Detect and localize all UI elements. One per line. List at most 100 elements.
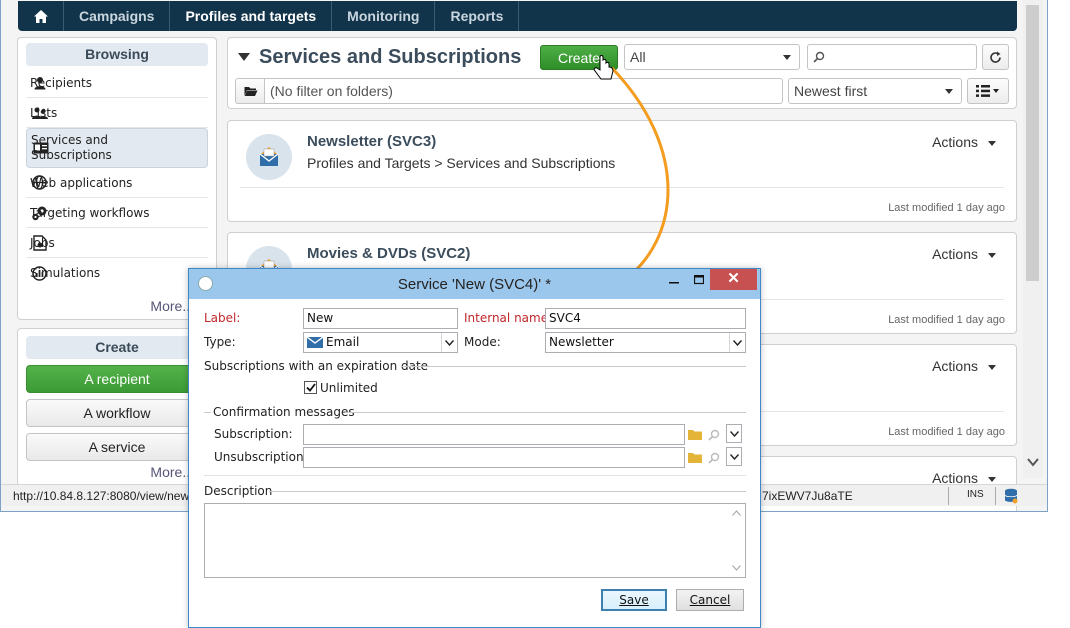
- unsubscription-folder-button[interactable]: [687, 448, 703, 467]
- sidebar-item-label: Services and Subscriptions: [31, 133, 112, 162]
- chevron-down-icon: [783, 55, 791, 60]
- tab-campaigns[interactable]: Campaigns: [64, 1, 171, 31]
- page-title: Services and Subscriptions: [259, 46, 522, 68]
- type-select-value: Email: [326, 335, 360, 349]
- divider: [345, 412, 746, 413]
- browsing-panel: Browsing Recipients Lists Services and S…: [17, 37, 217, 320]
- service-dialog: Service 'New (SVC4)' * ✕ Label: New Inte…: [188, 268, 761, 628]
- sort-select-value: Newest first: [794, 83, 868, 99]
- refresh-button[interactable]: [982, 44, 1009, 70]
- subscription-input[interactable]: [303, 424, 685, 445]
- scroll-down-icon[interactable]: [732, 565, 741, 571]
- sidebar-item-targeting-workflows[interactable]: Targeting workflows: [26, 198, 208, 228]
- subscription-folder-button[interactable]: [687, 425, 703, 444]
- folder-filter-button[interactable]: [235, 78, 265, 104]
- scroll-down-icon[interactable]: [1027, 456, 1039, 468]
- actions-menu[interactable]: Actions: [932, 134, 996, 150]
- mode-select[interactable]: Newsletter: [545, 332, 746, 353]
- sidebar-item-recipients[interactable]: Recipients: [26, 68, 208, 98]
- chevron-down-icon[interactable]: [729, 333, 745, 352]
- last-modified: Last modified 1 day ago: [888, 314, 1005, 326]
- label-input[interactable]: New: [303, 308, 458, 329]
- mode-label: Mode:: [464, 335, 501, 349]
- insert-mode-indicator: INS: [967, 489, 984, 500]
- checkmark-icon: [305, 383, 316, 392]
- tab-profiles-and-targets[interactable]: Profiles and targets: [170, 1, 333, 31]
- subscription-search-button[interactable]: [706, 425, 722, 444]
- chevron-down-icon: [729, 430, 739, 437]
- description-section-title: Description: [204, 484, 273, 498]
- cancel-button[interactable]: Cancel: [676, 589, 744, 611]
- sidebar-item-web-applications[interactable]: Web applications: [26, 168, 208, 198]
- sidebar-item-label: Jobs: [30, 235, 55, 250]
- vertical-scrollbar[interactable]: [1023, 0, 1043, 478]
- unlimited-checkbox[interactable]: [304, 381, 317, 394]
- divider: [995, 487, 996, 505]
- folder-icon: [688, 453, 702, 463]
- chevron-down-icon: [988, 476, 996, 482]
- scroll-up-icon[interactable]: [732, 510, 741, 516]
- search-icon: [813, 51, 825, 63]
- create-workflow-button[interactable]: A workflow: [26, 399, 208, 427]
- internal-name-input[interactable]: SVC4: [545, 308, 746, 329]
- filter-select-value: All: [630, 49, 646, 65]
- sidebar-item-label: Simulations: [30, 266, 101, 280]
- content-header: Services and Subscriptions Create All (N…: [227, 37, 1017, 109]
- divider: [401, 366, 746, 367]
- chevron-down-icon[interactable]: [441, 333, 457, 352]
- description-textarea[interactable]: [204, 503, 746, 578]
- create-recipient-button[interactable]: A recipient: [26, 365, 208, 393]
- sidebar-item-lists[interactable]: Lists: [26, 98, 208, 128]
- collapse-icon[interactable]: [238, 53, 250, 61]
- maximize-icon: [694, 275, 704, 285]
- unsubscription-search-button[interactable]: [706, 448, 722, 467]
- mode-select-value: Newsletter: [549, 335, 614, 349]
- email-icon: [307, 337, 323, 348]
- actions-menu[interactable]: Actions: [932, 358, 996, 374]
- view-mode-button[interactable]: [967, 78, 1009, 104]
- folder-filter-text: (No filter on folders): [270, 83, 393, 99]
- service-avatar: [246, 134, 292, 180]
- unsubscription-dropdown-button[interactable]: [726, 447, 742, 466]
- service-card-title[interactable]: Movies & DVDs (SVC2): [307, 245, 470, 262]
- actions-label: Actions: [932, 358, 978, 374]
- sort-select[interactable]: Newest first: [788, 78, 962, 104]
- service-card-title[interactable]: Newsletter (SVC3): [307, 133, 436, 150]
- unsubscription-input[interactable]: [303, 447, 685, 468]
- sidebar-item-label: Targeting workflows: [30, 205, 150, 220]
- sidebar-item-services-and-subscriptions[interactable]: Services and Subscriptions: [26, 128, 208, 168]
- divider: [204, 475, 746, 476]
- search-icon: [708, 452, 720, 464]
- type-select[interactable]: Email: [303, 332, 458, 353]
- create-panel: Create A recipient A workflow A service …: [17, 328, 217, 486]
- chevron-down-icon: [988, 252, 996, 258]
- chevron-down-icon: [988, 364, 996, 370]
- scrollbar-thumb[interactable]: [1026, 5, 1039, 281]
- home-icon: [33, 9, 48, 23]
- service-card-newsletter[interactable]: Newsletter (SVC3) Profiles and Targets >…: [227, 120, 1017, 222]
- divider: [948, 487, 949, 505]
- home-button[interactable]: [18, 1, 64, 31]
- filter-select[interactable]: All: [624, 44, 800, 70]
- tab-reports[interactable]: Reports: [435, 1, 520, 31]
- create-button[interactable]: Create: [540, 45, 618, 70]
- chevron-down-icon: [945, 89, 953, 94]
- tab-monitoring[interactable]: Monitoring: [332, 1, 436, 31]
- search-input[interactable]: [807, 44, 977, 70]
- subscription-dropdown-button[interactable]: [726, 424, 742, 443]
- divider: [240, 187, 1004, 188]
- create-service-button[interactable]: A service: [26, 433, 208, 461]
- top-navigation: Campaigns Profiles and targets Monitorin…: [18, 1, 1017, 31]
- create-title: Create: [26, 336, 208, 359]
- save-button[interactable]: Save: [601, 589, 667, 611]
- internal-name-label: Internal name:: [464, 311, 553, 325]
- dialog-titlebar[interactable]: Service 'New (SVC4)' * ✕: [189, 269, 760, 299]
- close-button[interactable]: ✕: [710, 269, 757, 290]
- sidebar-item-label: Web applications: [30, 175, 133, 190]
- chevron-down-icon: [729, 453, 739, 460]
- actions-menu[interactable]: Actions: [932, 246, 996, 262]
- folder-filter-field[interactable]: (No filter on folders): [264, 78, 783, 104]
- sidebar-item-jobs[interactable]: Jobs: [26, 228, 208, 258]
- type-label: Type:: [204, 335, 236, 349]
- sidebar-item-simulations[interactable]: Simulations: [26, 258, 208, 288]
